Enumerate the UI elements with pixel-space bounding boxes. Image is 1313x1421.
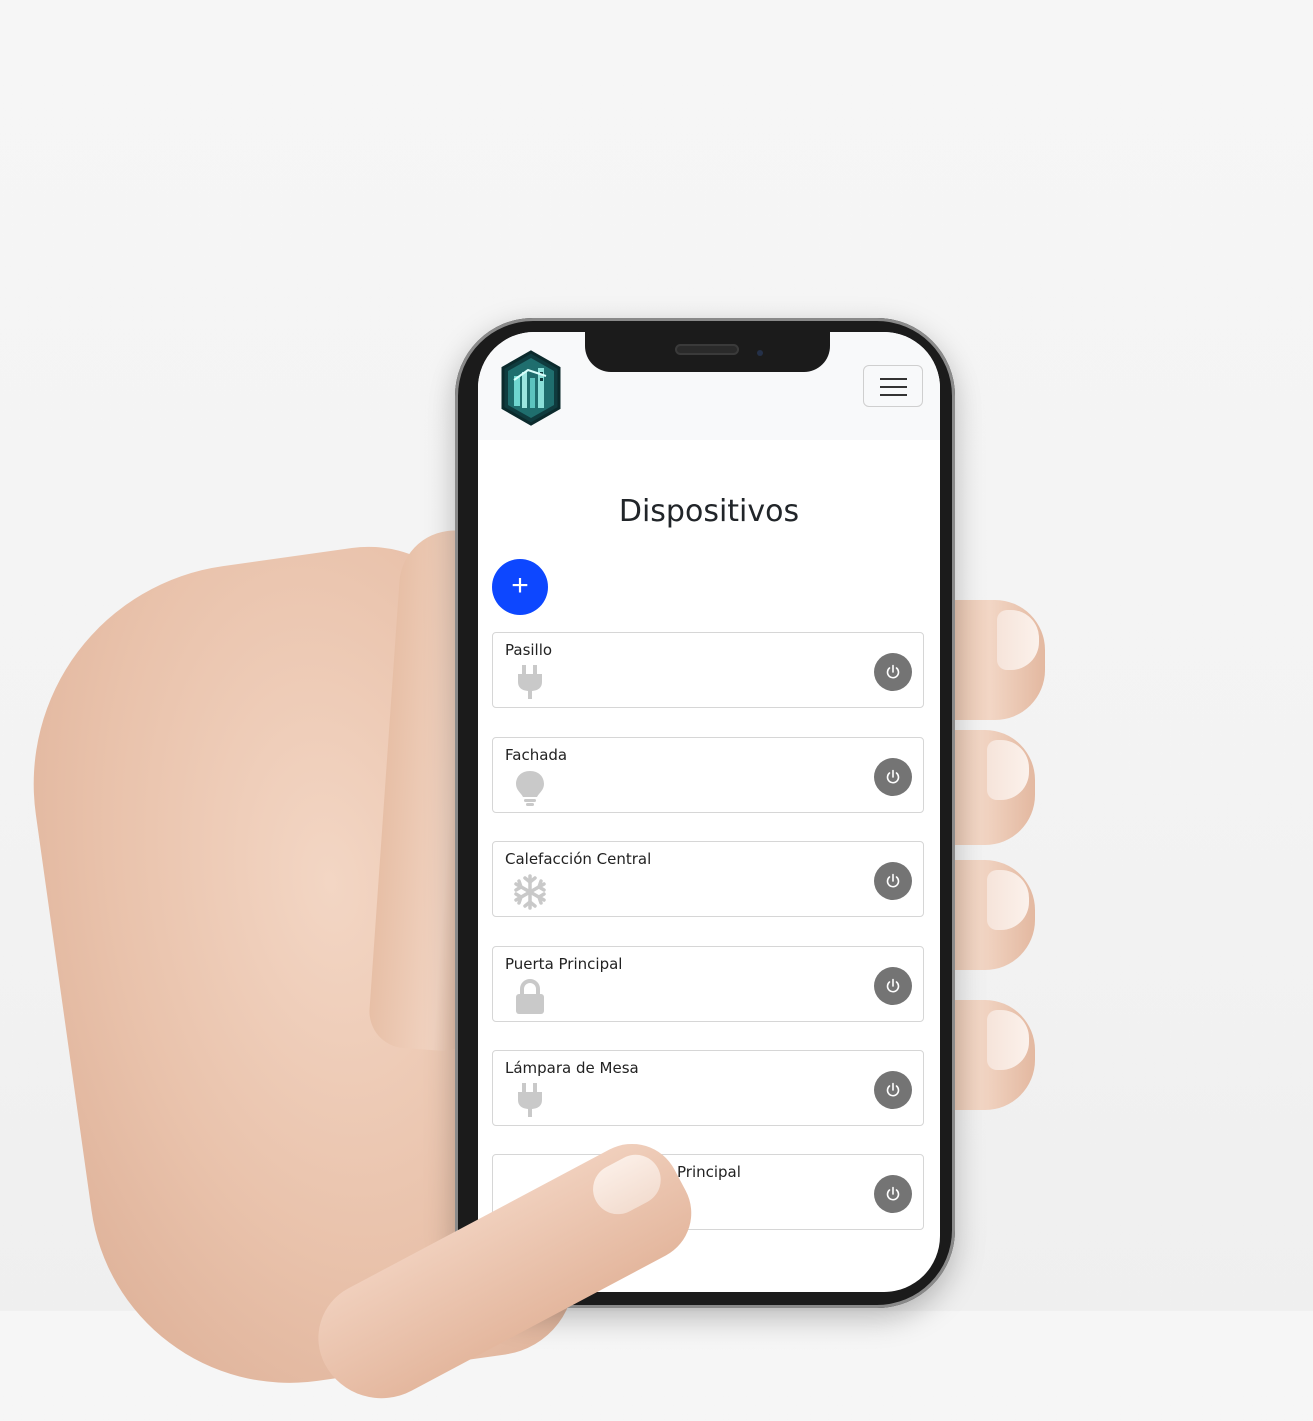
device-name: Lámpara de Mesa [505, 1059, 639, 1077]
page-title: Dispositivos [618, 494, 800, 529]
device-card-calefaccion[interactable]: Calefacción Central [492, 841, 924, 917]
device-name: Pasillo [505, 641, 553, 659]
power-button[interactable] [874, 1175, 912, 1213]
power-icon [886, 873, 900, 888]
power-icon [886, 978, 900, 993]
hamburger-icon [880, 378, 907, 380]
lightbulb-icon [513, 770, 547, 806]
power-icon [886, 1082, 900, 1097]
device-card-pasillo[interactable]: Pasillo [492, 632, 924, 708]
phone-camera [757, 350, 763, 356]
power-icon [886, 769, 900, 784]
plug-icon [513, 1083, 547, 1119]
snowflake-icon [513, 874, 547, 910]
device-name: Calefacción Central [505, 850, 652, 868]
phone-speaker [675, 344, 739, 355]
menu-toggle-button[interactable] [863, 365, 923, 407]
app-logo[interactable] [500, 350, 562, 426]
device-card-puerta[interactable]: Puerta Principal [492, 946, 924, 1022]
power-button[interactable] [874, 967, 912, 1005]
power-button[interactable] [874, 862, 912, 900]
device-card-lampara[interactable]: Lámpara de Mesa [492, 1050, 924, 1126]
device-name: Fachada [505, 746, 568, 764]
phone-screen: Dispositivos + Pasillo Fachada Calefacci… [478, 332, 940, 1292]
power-icon [886, 1186, 900, 1201]
device-name: Puerta Principal [505, 955, 623, 973]
lock-icon [513, 979, 547, 1015]
power-button[interactable] [874, 758, 912, 796]
power-button[interactable] [874, 653, 912, 691]
power-button[interactable] [874, 1071, 912, 1109]
device-card-fachada[interactable]: Fachada [492, 737, 924, 813]
add-device-button[interactable]: + [492, 559, 548, 615]
device-name: Principal [677, 1163, 741, 1181]
plug-icon [513, 665, 547, 701]
power-icon [886, 664, 900, 679]
